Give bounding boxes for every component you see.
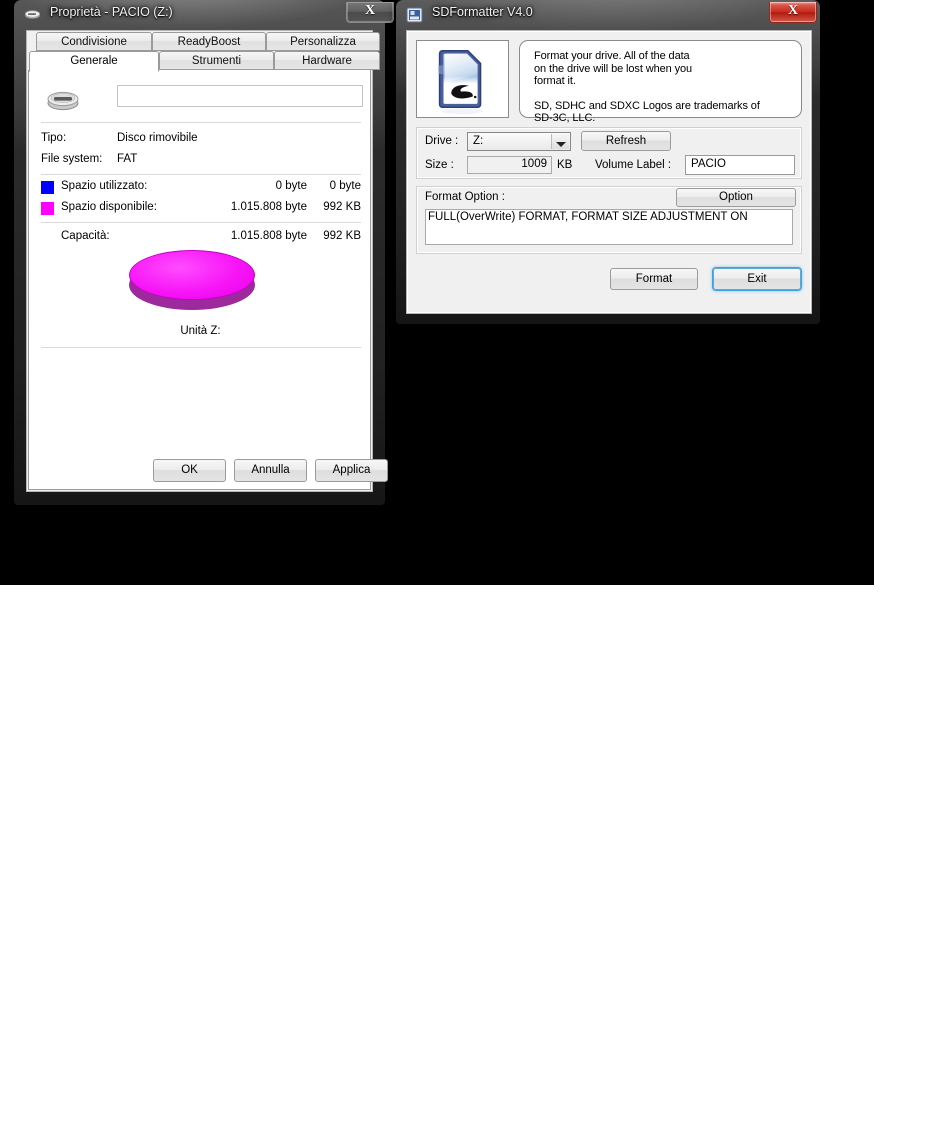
value-spazio-disponibile-bytes: 1.015.808 byte — [230, 201, 307, 213]
tab-personalizza[interactable]: Personalizza — [266, 32, 380, 51]
sdformatter-title-text: SDFormatter V4.0 — [432, 5, 533, 19]
value-tipo: Disco rimovibile — [117, 132, 198, 144]
size-unit: KB — [557, 159, 573, 171]
refresh-button-label: Refresh — [605, 135, 647, 147]
format-option-display: FULL(OverWrite) FORMAT, FORMAT SIZE ADJU… — [425, 209, 793, 245]
drive-select-value: Z: — [473, 135, 484, 147]
exit-button-label: Exit — [747, 273, 767, 285]
tab-condivisione[interactable]: Condivisione — [36, 32, 152, 51]
capacity-pie-chart — [129, 250, 259, 318]
label-tipo: Tipo: — [41, 132, 67, 144]
value-capacita-readable: 992 KB — [323, 230, 361, 242]
sdformatter-window[interactable]: SDFormatter V4.0 X Format your drive. Al… — [396, 0, 820, 324]
value-file-system: FAT — [117, 153, 138, 165]
sd-info-message: Format your drive. All of the data on th… — [519, 40, 802, 124]
pie-chart-caption: Unità Z: — [180, 325, 221, 337]
value-capacita-bytes: 1.015.808 byte — [230, 230, 307, 242]
properties-tabstrip[interactable]: Condivisione ReadyBoost Personalizza Gen… — [28, 32, 380, 72]
tab-hardware[interactable]: Hardware — [274, 51, 380, 70]
tab-label: Generale — [70, 55, 118, 67]
drive-select[interactable]: Z: — [467, 132, 571, 151]
format-button[interactable]: Format — [610, 268, 698, 290]
option-button-label: Option — [719, 191, 753, 203]
tab-label: Personalizza — [290, 36, 356, 48]
divider-4 — [41, 347, 361, 348]
size-value: 1009 — [521, 158, 547, 170]
sdformatter-title-bar[interactable]: SDFormatter V4.0 — [396, 0, 820, 29]
ok-button[interactable]: OK — [153, 459, 226, 482]
message-line: on the drive will be lost when you — [534, 62, 693, 75]
removable-drive-icon — [24, 10, 41, 19]
trademark-line: SD-3C, LLC. — [534, 112, 596, 125]
label-spazio-utilizzato: Spazio utilizzato: — [61, 180, 148, 192]
divider-2 — [41, 174, 361, 175]
size-label: Size : — [425, 159, 454, 171]
tab-label: Strumenti — [191, 55, 242, 67]
chevron-down-icon[interactable] — [551, 134, 569, 149]
divider-1 — [41, 122, 361, 123]
drive-group: Drive : Z: Refresh Size : 1009 KB Volume… — [416, 127, 802, 179]
option-button[interactable]: Option — [676, 188, 796, 207]
properties-dialog-buttons: OK Annulla Applica — [27, 459, 388, 482]
tab-strumenti[interactable]: Strumenti — [159, 51, 274, 70]
close-icon: X — [364, 3, 376, 18]
tab-generale[interactable]: Generale — [29, 51, 159, 72]
message-line: Format your drive. All of the data — [534, 50, 690, 62]
close-icon: X — [787, 3, 799, 18]
sdformatter-close-button[interactable]: X — [769, 2, 817, 23]
drive-label: Drive : — [425, 135, 459, 147]
tab-page-generale: Tipo: Disco rimovibile File system: FAT … — [28, 70, 371, 490]
properties-title-text: Proprietà - PACIO (Z:) — [50, 5, 173, 19]
properties-title-bar[interactable]: Proprietà - PACIO (Z:) — [14, 0, 385, 29]
sdformatter-app-icon — [406, 7, 423, 23]
refresh-button[interactable]: Refresh — [581, 131, 671, 151]
apply-button[interactable]: Applica — [315, 459, 388, 482]
tab-readyboost[interactable]: ReadyBoost — [152, 32, 266, 51]
format-option-label: Format Option : — [425, 191, 505, 203]
screen: Proprietà - PACIO (Z:) X Condivisione Re… — [0, 0, 940, 1140]
cancel-button[interactable]: Annulla — [234, 459, 307, 482]
format-option-value: FULL(OverWrite) FORMAT, FORMAT SIZE ADJU… — [428, 211, 748, 223]
properties-window[interactable]: Proprietà - PACIO (Z:) X Condivisione Re… — [14, 0, 394, 505]
apply-button-label: Applica — [332, 464, 371, 476]
legend-swatch-free — [41, 202, 54, 215]
sd-card-icon-box — [416, 40, 509, 118]
volume-label-label: Volume Label : — [595, 159, 672, 171]
format-option-group: Format Option : Option FULL(OverWrite) F… — [416, 186, 802, 254]
sdformatter-window-body: Format your drive. All of the data on th… — [406, 30, 812, 314]
volume-label-input[interactable]: PACIO — [685, 155, 795, 175]
size-value-field: 1009 — [467, 156, 552, 174]
message-line: format it. — [534, 75, 576, 88]
tab-label: ReadyBoost — [177, 36, 241, 48]
label-spazio-disponibile: Spazio disponibile: — [61, 201, 157, 213]
label-capacita: Capacità: — [61, 230, 110, 242]
sd-card-icon — [438, 49, 484, 115]
value-spazio-utilizzato-readable: 0 byte — [329, 180, 361, 192]
format-button-label: Format — [635, 273, 673, 285]
volume-name-input[interactable] — [117, 85, 363, 107]
ok-button-label: OK — [181, 464, 198, 476]
trademark-line: SD, SDHC and SDXC Logos are trademarks o… — [534, 99, 760, 112]
divider-3 — [41, 222, 361, 223]
properties-window-body: Condivisione ReadyBoost Personalizza Gen… — [26, 30, 388, 492]
exit-button[interactable]: Exit — [713, 268, 801, 290]
volume-label-value: PACIO — [691, 158, 726, 170]
value-spazio-utilizzato-bytes: 0 byte — [275, 180, 307, 192]
tab-label: Hardware — [302, 55, 352, 67]
legend-swatch-used — [41, 181, 54, 194]
value-spazio-disponibile-readable: 992 KB — [323, 201, 361, 213]
cancel-button-label: Annulla — [251, 464, 290, 476]
label-file-system: File system: — [41, 153, 103, 165]
removable-drive-large-icon — [47, 91, 79, 111]
properties-close-button[interactable]: X — [346, 2, 394, 23]
tab-label: Condivisione — [61, 36, 127, 48]
pie-chart-top — [129, 250, 255, 300]
